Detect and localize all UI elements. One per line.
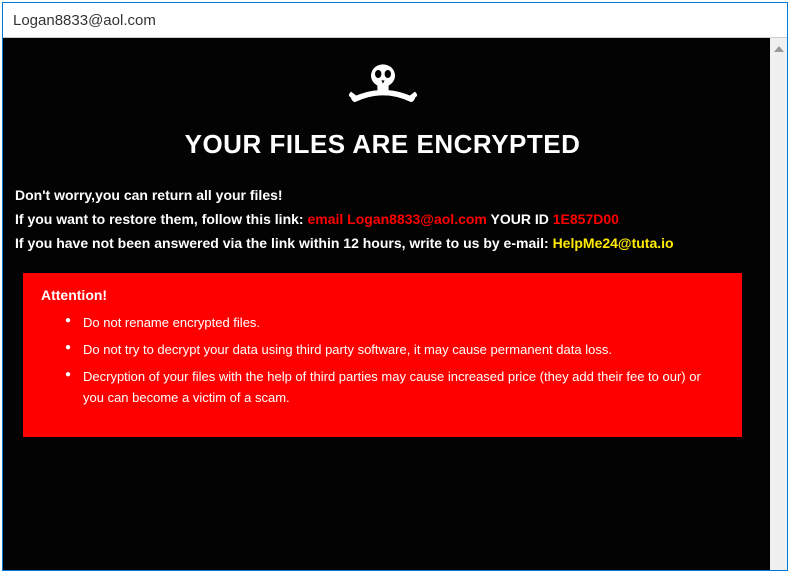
ransom-window: Logan8833@aol.com: [2, 2, 788, 571]
attention-list: Do not rename encrypted files. Do not tr…: [41, 313, 724, 408]
restore-prefix: If you want to restore them, follow this…: [15, 211, 307, 227]
your-id-value: 1E857D00: [553, 211, 619, 227]
line-fallback: If you have not been answered via the li…: [15, 232, 750, 256]
titlebar: Logan8833@aol.com: [3, 3, 787, 38]
attention-item: Do not try to decrypt your data using th…: [65, 340, 724, 361]
content-area: YOUR FILES ARE ENCRYPTED Don't worry,you…: [3, 38, 770, 570]
vertical-scrollbar[interactable]: [770, 38, 787, 570]
main-heading: YOUR FILES ARE ENCRYPTED: [15, 129, 750, 160]
line-dont-worry: Don't worry,you can return all your file…: [15, 184, 750, 208]
attention-item: Do not rename encrypted files.: [65, 313, 724, 334]
content-wrap: YOUR FILES ARE ENCRYPTED Don't worry,you…: [3, 38, 787, 570]
scroll-up-icon[interactable]: [774, 46, 784, 52]
message-body: Don't worry,you can return all your file…: [15, 184, 750, 255]
window-title: Logan8833@aol.com: [13, 12, 156, 29]
yourid-label: YOUR ID: [487, 211, 553, 227]
email-secondary: HelpMe24@tuta.io: [553, 235, 674, 251]
line-restore: If you want to restore them, follow this…: [15, 208, 750, 232]
email-primary: email Logan8833@aol.com: [307, 211, 486, 227]
pirate-skull-icon: [15, 56, 750, 121]
attention-title: Attention!: [41, 287, 724, 303]
fallback-prefix: If you have not been answered via the li…: [15, 235, 553, 251]
attention-box: Attention! Do not rename encrypted files…: [23, 273, 742, 436]
attention-item: Decryption of your files with the help o…: [65, 367, 724, 409]
